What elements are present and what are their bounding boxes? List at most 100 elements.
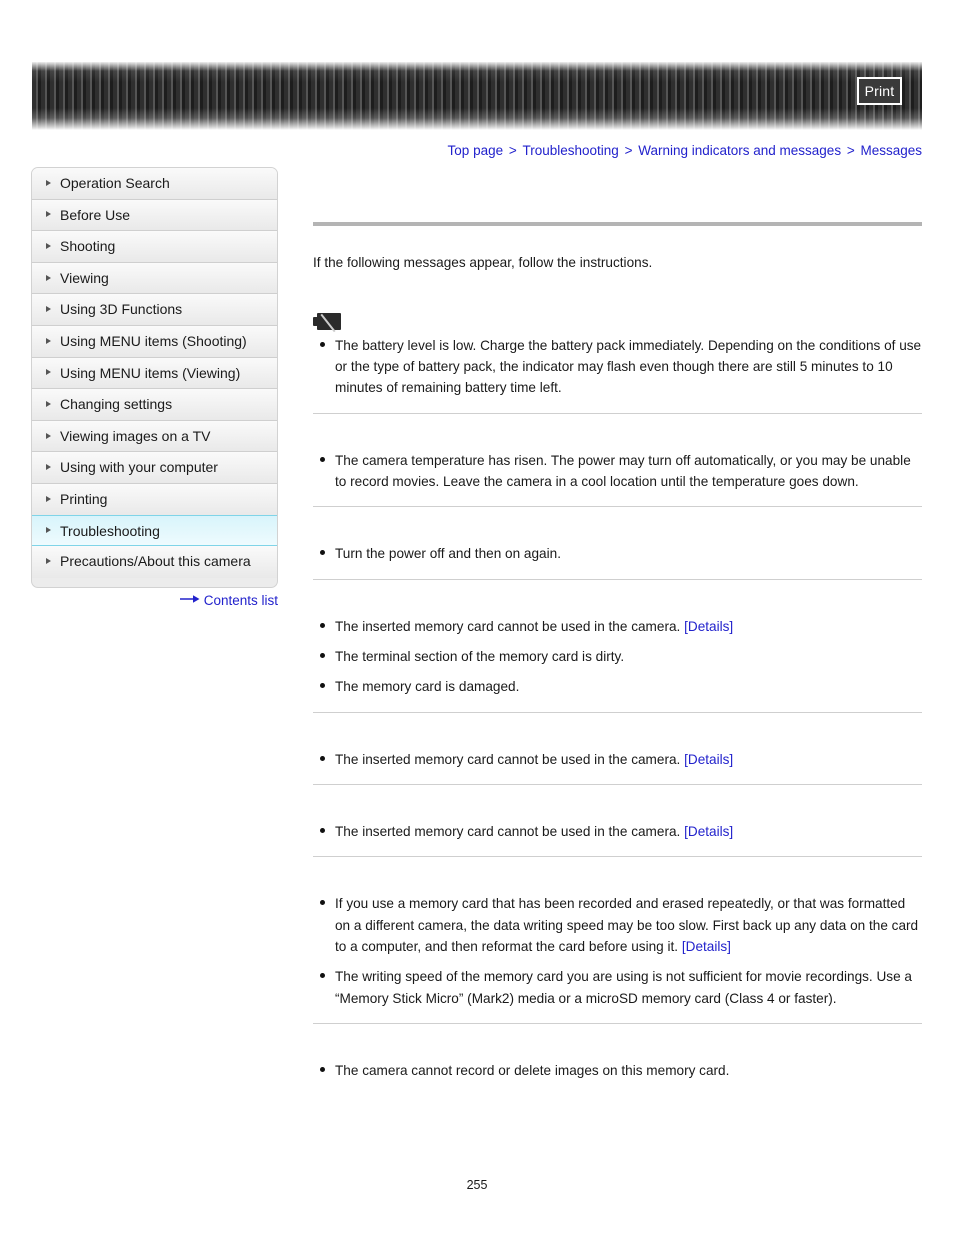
chevron-right-icon <box>46 369 51 376</box>
sidebar-item-label: Using 3D Functions <box>60 301 183 318</box>
details-link[interactable]: [Details] <box>684 752 733 767</box>
bullet-dot-icon <box>320 755 325 761</box>
message-block: If you use a memory card that has been r… <box>313 857 922 1023</box>
bullet-dot-icon <box>320 683 325 689</box>
sidebar-item-label: Using with your computer <box>60 459 218 476</box>
chevron-right-icon <box>46 211 51 218</box>
message-bullet-text: The inserted memory card cannot be used … <box>335 618 681 634</box>
message-bullet-list: The camera temperature has risen. The po… <box>313 450 922 493</box>
message-bullet: The memory card is damaged. <box>313 676 922 697</box>
message-bullet-text: The battery level is low. Charge the bat… <box>335 337 922 396</box>
sidebar-item-before-use[interactable]: Before Use <box>32 199 277 232</box>
breadcrumb-item-3[interactable]: Messages <box>860 143 922 158</box>
chevron-right-icon <box>46 495 51 502</box>
chevron-right-icon <box>46 179 51 186</box>
content-top-rule <box>313 222 922 226</box>
page-number: 255 <box>466 1178 488 1192</box>
message-bullet-list: The inserted memory card cannot be used … <box>313 749 922 770</box>
message-bullet-list: If you use a memory card that has been r… <box>313 893 922 1009</box>
sidebar-item-label: Printing <box>60 490 108 507</box>
message-bullet-text: The terminal section of the memory card … <box>335 649 625 664</box>
message-block: The inserted memory card cannot be used … <box>313 713 922 784</box>
message-block: The camera temperature has risen. The po… <box>313 414 922 507</box>
bullet-dot-icon <box>320 900 325 906</box>
message-bullet-text: The memory card is damaged. <box>335 679 520 695</box>
message-icon-row <box>313 867 922 893</box>
bullet-dot-icon <box>320 1066 325 1072</box>
intro-text: If the following messages appear, follow… <box>313 255 653 270</box>
breadcrumb-item-1[interactable]: Troubleshooting <box>523 143 619 158</box>
message-bullet: The writing speed of the memory card you… <box>313 966 922 1009</box>
breadcrumb-item-0[interactable]: Top page <box>448 143 504 158</box>
message-bullet-list: Turn the power off and then on again. <box>313 543 922 564</box>
message-block: The battery level is low. Charge the bat… <box>313 299 922 413</box>
message-bullet-list: The inserted memory card cannot be used … <box>313 616 922 698</box>
message-bullet-text: The inserted memory card cannot be used … <box>335 823 681 839</box>
message-bullet-list: The camera cannot record or delete image… <box>313 1060 922 1081</box>
sidebar-item-label: Before Use <box>60 206 131 223</box>
message-icon-row <box>313 309 922 335</box>
message-block: The inserted memory card cannot be used … <box>313 785 922 856</box>
sidebar-item-label: Precautions/About this camera <box>60 553 251 570</box>
sidebar-item-label: Troubleshooting <box>60 522 160 539</box>
bullet-dot-icon <box>320 653 325 658</box>
message-bullet-text: The writing speed of the memory card you… <box>335 969 912 1006</box>
sidebar-item-using-with-your-computer[interactable]: Using with your computer <box>32 452 277 484</box>
sidebar-item-using-3d-functions[interactable]: Using 3D Functions <box>32 294 277 326</box>
message-bullet-text: Turn the power off and then on again. <box>335 546 561 562</box>
contents-list-link-wrapper: Contents list <box>31 592 278 608</box>
message-icon-row <box>313 723 922 749</box>
chevron-right-icon <box>46 242 51 249</box>
sidebar-item-label: Viewing images on a TV <box>60 427 211 444</box>
bullet-dot-icon <box>320 973 325 979</box>
print-button[interactable]: Print <box>857 77 902 105</box>
message-bullet: The inserted memory card cannot be used … <box>313 749 922 770</box>
sidebar-item-label: Viewing <box>60 269 109 286</box>
contents-list-link[interactable]: Contents list <box>204 593 278 608</box>
sidebar-item-viewing-images-on-a-tv[interactable]: Viewing images on a TV <box>32 420 277 453</box>
message-bullet: The camera cannot record or delete image… <box>313 1060 922 1081</box>
message-block: Turn the power off and then on again. <box>313 507 922 578</box>
details-link[interactable]: [Details] <box>684 824 733 839</box>
chevron-right-icon <box>46 274 51 281</box>
message-icon-row <box>313 795 922 821</box>
message-bullet-list: The inserted memory card cannot be used … <box>313 821 922 842</box>
sidebar-item-operation-search[interactable]: Operation Search <box>32 168 277 200</box>
sidebar-item-shooting[interactable]: Shooting <box>32 231 277 263</box>
message-bullet-text: The camera temperature has risen. The po… <box>335 452 911 490</box>
sidebar-item-viewing[interactable]: Viewing <box>32 262 277 295</box>
bullet-dot-icon <box>320 456 325 462</box>
message-blocks: The battery level is low. Charge the bat… <box>313 299 922 1096</box>
chevron-right-icon <box>46 526 51 533</box>
breadcrumb-separator: > <box>843 143 859 158</box>
message-bullet: The inserted memory card cannot be used … <box>313 616 922 637</box>
sidebar-nav: Operation Search Before Use Shooting Viewin… <box>31 167 278 588</box>
details-link[interactable]: [Details] <box>682 939 731 954</box>
message-bullet: If you use a memory card that has been r… <box>313 893 922 957</box>
sidebar-item-using-menu-items-shooting[interactable]: Using MENU items (Shooting) <box>32 325 277 358</box>
message-bullet: The inserted memory card cannot be used … <box>313 821 922 842</box>
message-block: The inserted memory card cannot be used … <box>313 580 922 712</box>
chevron-right-icon <box>46 464 51 471</box>
breadcrumb-separator: > <box>620 143 637 158</box>
sidebar-item-changing-settings[interactable]: Changing settings <box>32 389 277 421</box>
message-bullet: Turn the power off and then on again. <box>313 543 922 564</box>
sidebar-item-using-menu-items-viewing[interactable]: Using MENU items (Viewing) <box>32 357 277 390</box>
message-bullet: The terminal section of the memory card … <box>313 646 922 667</box>
sidebar-item-precautions-about-this-camera[interactable]: Precautions/About this camera <box>32 546 277 578</box>
message-icon-row <box>313 1034 922 1060</box>
chevron-right-icon <box>46 337 51 344</box>
sidebar-item-label: Shooting <box>60 238 116 255</box>
details-link[interactable]: [Details] <box>684 619 733 634</box>
sidebar-item-troubleshooting[interactable]: Troubleshooting <box>32 514 277 547</box>
breadcrumb-item-2[interactable]: Warning indicators and messages <box>638 143 841 158</box>
bullet-dot-icon <box>320 622 325 628</box>
sidebar-item-printing[interactable]: Printing <box>32 483 277 516</box>
main-content: If the following messages appear, follow… <box>313 222 922 1095</box>
sidebar-item-label: Using MENU items (Shooting) <box>60 332 247 349</box>
sidebar-item-label: Using MENU items (Viewing) <box>60 364 241 381</box>
message-bullet-text: The camera cannot record or delete image… <box>335 1062 730 1078</box>
message-bullet: The camera temperature has risen. The po… <box>313 450 922 493</box>
chevron-right-icon <box>46 558 51 565</box>
header-banner: Print <box>32 62 922 130</box>
